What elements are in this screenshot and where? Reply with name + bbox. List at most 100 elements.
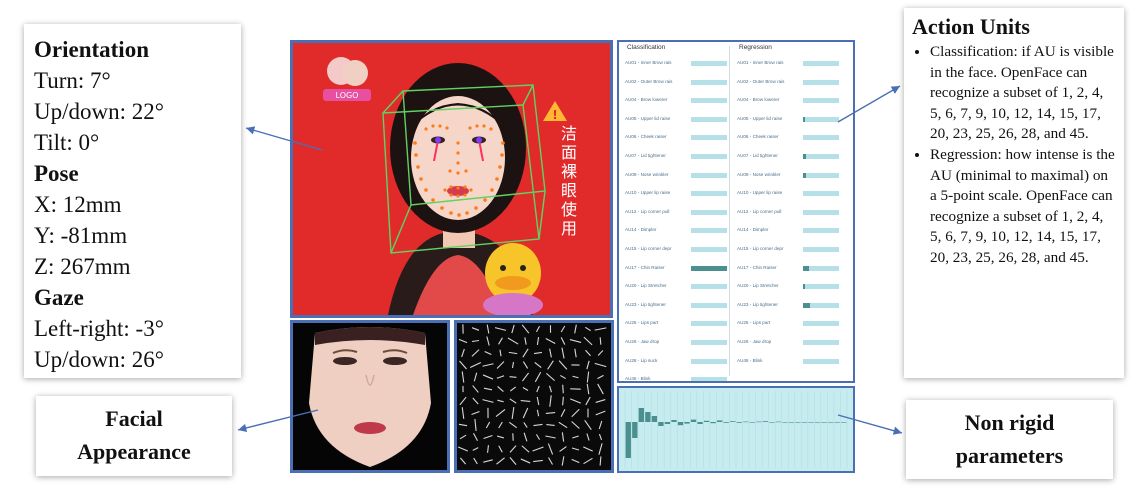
au-bar [691,61,727,66]
param-bar [795,422,801,423]
pose-y: Y: -81mm [34,223,128,248]
au-row-label: AU05 - Upper lid raise [625,115,671,121]
param-bar [625,422,631,458]
au-row-label: AU20 - Lip Stretcher [737,283,779,289]
au-bar [803,358,839,364]
orientation-tilt: Tilt: 0° [34,130,100,155]
param-bar [743,421,749,423]
au-row-label: AU06 - Cheek raiser [625,134,667,140]
param-bar [658,422,664,426]
param-bar [808,422,814,423]
au-row-label: AU15 - Lip corner depr [737,246,784,251]
au-row-label: AU10 - Upper lip raise [737,190,783,196]
au-bar [803,135,839,141]
orientation-turn: Turn: 7° [34,68,111,93]
au-bar [691,247,727,252]
hog-cell [599,337,602,345]
param-bar [710,422,716,424]
gaze-updown: Up/down: 26° [34,347,164,372]
au-bar [803,302,839,308]
param-bar [697,422,703,424]
au-bar [803,116,839,122]
param-bar [664,422,671,424]
au-row-label: AU12 - Lip corner pull [737,208,782,214]
au-bar [803,61,839,66]
au-bar [691,154,727,159]
au-row-label: AU07 - Lid tightener [737,153,778,158]
au-row-label: AU23 - Lip tightener [737,301,778,307]
param-bar [788,422,795,423]
au-row-label: AU02 - Outer Brow rais [625,78,673,84]
classification-heading: Classification [627,44,666,51]
param-bar [651,416,658,422]
au-row-label: AU26 - Jaw drop [737,339,772,344]
action-units-title: Action Units [912,14,1030,39]
param-bar [756,421,762,423]
regression-bullet: Regression: how intense is the AU (minim… [930,145,1116,269]
param-bar [723,422,729,423]
brand-logo: LOGO [323,57,371,101]
au-bar [803,321,839,327]
svg-text:!: ! [552,108,557,122]
gaze-leftright: Left-right: -3° [34,316,164,341]
param-bar [717,420,723,422]
au-bar [691,302,727,308]
au-row-label: AU17 - Chin Raiser [625,264,665,270]
au-bar [691,284,727,290]
orientation-updown: Up/down: 22° [34,99,164,124]
gaze-heading: Gaze [34,285,84,310]
facial-appearance-card: Facial Appearance [36,396,232,476]
au-bar [803,172,839,178]
au-bar [803,228,839,234]
au-row-label: AU45 - Blink [625,376,651,382]
param-bar [775,421,782,423]
au-bar [803,284,839,290]
svg-text:LOGO: LOGO [336,91,359,100]
hog-cell [599,456,602,466]
au-row-label: AU12 - Lip corner pull [625,208,670,214]
param-bar [730,421,736,422]
au-bar [803,79,839,85]
non-rigid-card: Non rigid parameters [906,400,1113,479]
au-bar [803,209,839,215]
facial-appearance-line2: Appearance [77,439,191,464]
video-overlay-text: 洁面裸眼使用 [561,126,578,238]
head-pose-card: Orientation Turn: 7° Up/down: 22° Tilt: … [24,24,241,378]
param-bar [749,422,755,423]
action-units-panel: Classification Regression AU01 - Inner B… [617,40,855,383]
param-bar [801,422,808,423]
au-row-label: AU45 - Blink [737,357,763,363]
param-bar [690,419,697,422]
aligned-face-illustration [293,323,447,470]
au-bar [691,358,727,364]
au-row-label: AU10 - Upper lip raise [625,190,671,196]
non-rigid-line1: Non rigid [964,410,1055,435]
param-bar [632,422,638,438]
param-bar [828,422,834,423]
au-row-label: AU01 - Inner Brow rais [625,60,672,65]
au-bar [803,247,839,252]
param-bar [814,422,821,423]
au-bar [803,340,839,345]
pose-z: Z: 267mm [34,254,131,279]
param-bar [834,422,840,423]
au-bar-fill [803,284,805,290]
au-row-label: AU04 - Brow lowerer [737,97,780,103]
au-bar-fill [803,172,806,178]
au-row-label: AU17 - Chin Raiser [737,264,777,270]
classification-bullet: Classification: if AU is visible in the … [930,42,1116,145]
non-rigid-params-panel [617,386,855,473]
au-row-label: AU26 - Jaw drop [625,339,660,344]
action-units-card: Action Units Classification: if AU is vi… [904,8,1124,378]
param-bar [782,422,788,423]
param-bar [645,412,651,422]
au-bar [691,79,727,85]
hog-features-panel [454,320,614,473]
au-row-label: AU14 - Dimpler [737,227,769,233]
hog-cell [562,396,564,406]
au-row-label: AU15 - Lip corner depr [625,246,672,251]
au-bar [803,191,839,197]
hog-illustration [457,323,611,470]
au-row-label: AU25 - Lips part [737,320,771,326]
au-bar-fill [803,154,806,159]
